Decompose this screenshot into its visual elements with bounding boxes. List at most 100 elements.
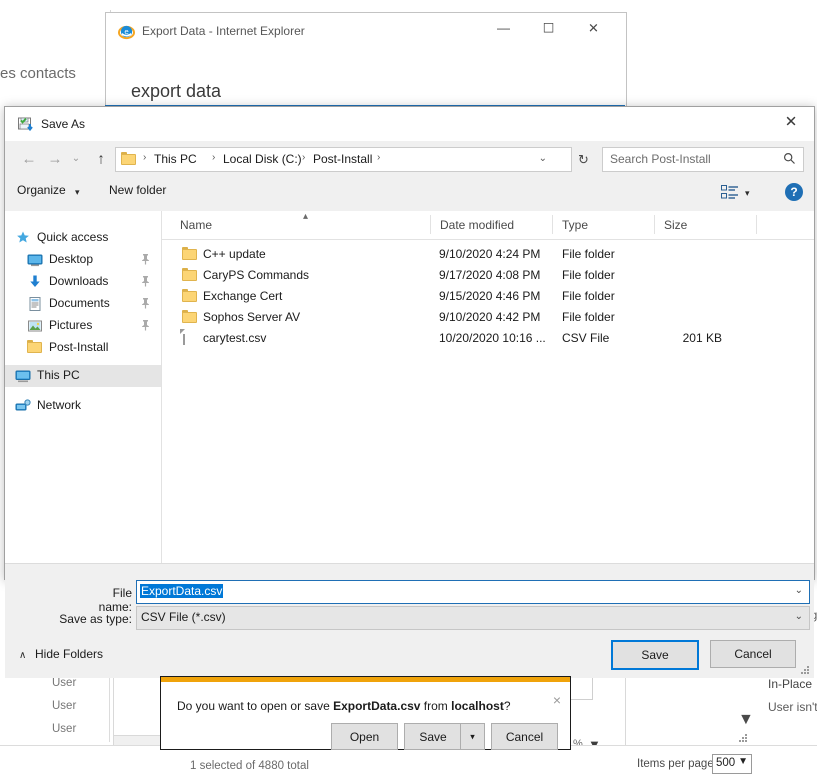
table-row[interactable]: Sophos Server AV 9/10/2020 4:42 PM File … — [162, 307, 814, 329]
breadcrumb-separator: › — [143, 152, 147, 163]
recent-locations-button[interactable]: ⌄ — [67, 147, 85, 171]
save-dropdown-button[interactable]: ▾ — [460, 723, 485, 750]
close-icon: ✕ — [588, 20, 599, 36]
breadcrumb-post-install[interactable]: Post-Install — [313, 152, 372, 166]
column-divider[interactable] — [756, 215, 757, 234]
eac-nav-tabs-label: es contacts — [0, 65, 76, 82]
sidebar-item-quick-access[interactable]: Quick access — [5, 227, 161, 249]
chevron-up-icon[interactable]: ∧ — [19, 650, 26, 661]
view-layout-icon[interactable] — [721, 185, 739, 200]
file-name: CaryPS Commands — [203, 268, 310, 282]
this-pc-icon — [15, 368, 31, 384]
chevron-down-icon[interactable]: ⌄ — [795, 611, 803, 622]
table-row[interactable]: C++ update 9/10/2020 4:24 PM File folder — [162, 244, 814, 266]
file-type: File folder — [562, 310, 615, 324]
file-list-pane[interactable]: Name Date modified Type Size ▴ C++ updat… — [162, 211, 814, 563]
chevron-down-icon[interactable]: ▼ — [738, 712, 754, 728]
search-input[interactable]: Search Post-Install — [610, 152, 711, 166]
sidebar-item-label: Network — [37, 398, 82, 412]
minimize-icon: — — [497, 20, 510, 36]
resize-grip-icon[interactable] — [799, 664, 810, 675]
save-button[interactable]: Save — [611, 640, 699, 670]
notification-message-prefix: Do you want to open or save — [177, 699, 334, 713]
detail-line: In-Place — [768, 677, 813, 691]
pin-icon[interactable] — [140, 319, 151, 334]
table-row[interactable]: Exchange Cert 9/15/2020 4:46 PM File fol… — [162, 286, 814, 308]
arrow-up-icon: ↑ — [97, 150, 105, 168]
column-header-size[interactable]: Size — [656, 211, 756, 238]
sidebar-item-label: Downloads — [49, 274, 109, 288]
ie-window-title: Export Data - Internet Explorer — [142, 24, 305, 38]
sidebar-item-post-install[interactable]: Post-Install — [5, 337, 161, 359]
notification-accent-bar — [161, 677, 570, 682]
sidebar-item-this-pc[interactable]: This PC — [5, 365, 161, 387]
minimize-button[interactable]: — — [481, 13, 526, 43]
open-button[interactable]: Open — [331, 723, 398, 750]
save-as-body: Quick access Desktop Downloads Documents… — [5, 211, 814, 563]
pin-icon[interactable] — [140, 253, 151, 268]
forward-button[interactable]: → — [43, 147, 67, 171]
file-date: 9/15/2020 4:46 PM — [439, 289, 541, 303]
table-row[interactable]: carytest.csv 10/20/2020 10:16 ... CSV Fi… — [162, 328, 814, 350]
help-button[interactable]: ? — [785, 183, 803, 201]
organize-button[interactable]: Organize — [17, 183, 66, 205]
user-cell: User — [52, 723, 77, 735]
column-divider[interactable] — [552, 215, 553, 234]
close-button[interactable]: ✕ — [571, 13, 616, 43]
sidebar-item-label: Quick access — [37, 230, 109, 244]
maximize-icon: ☐ — [542, 20, 555, 36]
back-button[interactable]: ← — [17, 147, 41, 171]
sidebar-item-downloads[interactable]: Downloads — [5, 271, 161, 293]
cancel-button[interactable]: Cancel — [710, 640, 796, 668]
folder-icon — [121, 152, 136, 165]
caret-down-icon[interactable]: ▾ — [75, 187, 80, 198]
column-divider[interactable] — [654, 215, 655, 234]
hide-folders-button[interactable]: Hide Folders — [35, 647, 103, 661]
sidebar-item-label: Post-Install — [49, 340, 109, 354]
chevron-down-icon[interactable]: ⌄ — [539, 153, 547, 164]
column-header-label: Type — [562, 218, 589, 232]
sidebar-item-documents[interactable]: Documents — [5, 293, 161, 315]
save-as-type-select[interactable]: CSV File (*.csv) ⌄ — [136, 606, 810, 630]
eac-nav-tabs[interactable]: es contacts — [0, 55, 120, 95]
maximize-button[interactable]: ☐ — [526, 13, 571, 43]
pictures-icon — [27, 318, 43, 334]
save-as-title-bar[interactable]: Save As ✕ — [5, 107, 814, 141]
resize-grip-icon[interactable] — [737, 732, 749, 744]
file-name: carytest.csv — [203, 331, 267, 345]
column-header-name[interactable]: Name — [172, 211, 432, 238]
address-bar[interactable]: › This PC › Local Disk (C:) › Post-Insta… — [115, 147, 572, 172]
breadcrumb-this-pc[interactable]: This PC — [154, 152, 197, 166]
column-header-type[interactable]: Type — [554, 211, 654, 238]
notification-save-button[interactable]: Save — [404, 723, 461, 750]
sidebar-item-desktop[interactable]: Desktop — [5, 249, 161, 271]
downloads-icon — [27, 274, 43, 290]
column-header-date-modified[interactable]: Date modified — [432, 211, 552, 238]
caret-down-icon[interactable]: ▾ — [745, 188, 750, 199]
items-per-page-select[interactable]: 500 ▼ — [712, 754, 752, 774]
sidebar-item-pictures[interactable]: Pictures — [5, 315, 161, 337]
save-as-icon — [17, 116, 35, 134]
file-type: CSV File — [562, 331, 610, 345]
close-icon[interactable]: × — [553, 693, 561, 707]
column-divider[interactable] — [430, 215, 431, 234]
folder-icon — [27, 340, 43, 356]
up-button[interactable]: ↑ — [89, 147, 113, 171]
ie-title-bar[interactable]: e Export Data - Internet Explorer — ☐ ✕ — [106, 13, 626, 49]
column-header-label: Name — [180, 218, 213, 232]
sidebar-item-label: This PC — [37, 368, 80, 382]
search-box[interactable]: Search Post-Install — [602, 147, 804, 172]
file-icon — [183, 329, 185, 345]
file-type: File folder — [562, 289, 615, 303]
notification-cancel-button[interactable]: Cancel — [491, 723, 558, 750]
close-button[interactable]: ✕ — [768, 107, 814, 137]
new-folder-button[interactable]: New folder — [109, 183, 166, 197]
file-name-input[interactable]: ExportData.csv ⌄ — [136, 580, 810, 604]
table-row[interactable]: CaryPS Commands 9/17/2020 4:08 PM File f… — [162, 265, 814, 287]
pin-icon[interactable] — [140, 275, 151, 290]
arrow-right-icon: → — [47, 150, 63, 168]
chevron-down-icon[interactable]: ⌄ — [795, 585, 803, 596]
sidebar-item-network[interactable]: Network — [5, 395, 161, 417]
pin-icon[interactable] — [140, 297, 151, 312]
breadcrumb-local-disk[interactable]: Local Disk (C:) — [223, 152, 302, 166]
